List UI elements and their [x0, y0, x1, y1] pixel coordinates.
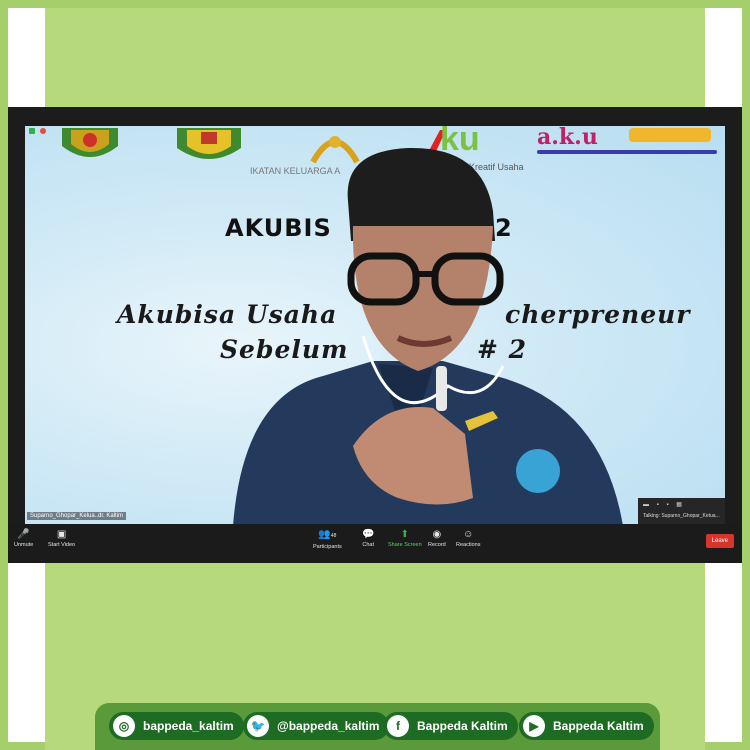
recording-dot-icon: [39, 128, 46, 134]
participants-button[interactable]: 👥48 Participants: [313, 529, 342, 550]
share-screen-icon: ⬆: [400, 529, 410, 540]
zoom-toolbar: 🎤 Unmute ▣ Start Video 👥48 Participants 💬 Ch…: [8, 524, 742, 563]
instagram-handle: bappeda_kaltim: [143, 719, 234, 733]
twitter-handle: @bappeda_kaltim: [277, 719, 380, 733]
view-controls-icon[interactable]: ▬ ▪ ▪ ▦: [643, 501, 685, 508]
secure-icon: [29, 128, 35, 134]
active-speaker-thumbnail[interactable]: ▬ ▪ ▪ ▦ Talking: Suparno_Ghopar_Ketua...: [638, 498, 725, 524]
facebook-badge[interactable]: f Bappeda Kaltim: [383, 712, 518, 740]
unmute-label: Unmute: [14, 542, 34, 548]
twitter-badge[interactable]: 🐦 @bappeda_kaltim: [243, 712, 390, 740]
camera-off-icon: ▣: [56, 529, 67, 540]
facebook-handle: Bappeda Kaltim: [417, 719, 508, 733]
youtube-icon: ▶: [523, 715, 545, 737]
zoom-meeting-window: IKATAN KELUARGA A ku sa Kreatif Usaha a.…: [8, 107, 742, 563]
start-video-button[interactable]: ▣ Start Video: [48, 529, 75, 548]
chat-icon: 💬: [362, 529, 375, 540]
speaker-video: [233, 147, 623, 524]
unmute-button[interactable]: 🎤 Unmute: [14, 529, 33, 548]
instagram-badge[interactable]: ◎ bappeda_kaltim: [109, 712, 244, 740]
share-screen-button[interactable]: ⬆ Share Screen: [388, 529, 422, 548]
microphone-muted-icon: 🎤: [17, 529, 30, 540]
participant-name-tag: Suparno_Ghopar_Kelua..dr. Kaltim: [27, 512, 127, 520]
reactions-button[interactable]: ☺ Reactions: [456, 529, 480, 548]
participants-count: 48: [330, 533, 337, 539]
youtube-badge[interactable]: ▶ Bappeda Kaltim: [519, 712, 654, 740]
participants-icon: 👥48: [318, 529, 337, 540]
chat-label: Chat: [362, 542, 375, 548]
meeting-status-icons: [29, 128, 46, 136]
social-footer: ◎ bappeda_kaltim 🐦 @bappeda_kaltim f Bap…: [95, 703, 660, 750]
video-stage: IKATAN KELUARGA A ku sa Kreatif Usaha a.…: [25, 126, 725, 524]
instagram-icon: ◎: [113, 715, 135, 737]
emblem-logo-1: [62, 128, 118, 157]
reactions-icon: ☺: [463, 529, 474, 540]
share-screen-label: Share Screen: [388, 542, 422, 548]
facebook-icon: f: [387, 715, 409, 737]
twitter-icon: 🐦: [247, 715, 269, 737]
chat-button[interactable]: 💬 Chat: [362, 529, 374, 548]
record-button[interactable]: ◉ Record: [428, 529, 446, 548]
akubisa-yellow-mark: [629, 128, 711, 142]
start-video-label: Start Video: [48, 542, 76, 548]
participants-label: Participants: [313, 544, 342, 550]
record-icon: ◉: [432, 529, 442, 540]
record-label: Record: [428, 542, 446, 548]
talking-indicator: Talking: Suparno_Ghopar_Ketua...: [643, 513, 720, 519]
reactions-label: Reactions: [456, 542, 481, 548]
youtube-handle: Bappeda Kaltim: [553, 719, 644, 733]
leave-button[interactable]: Leave: [705, 534, 734, 548]
